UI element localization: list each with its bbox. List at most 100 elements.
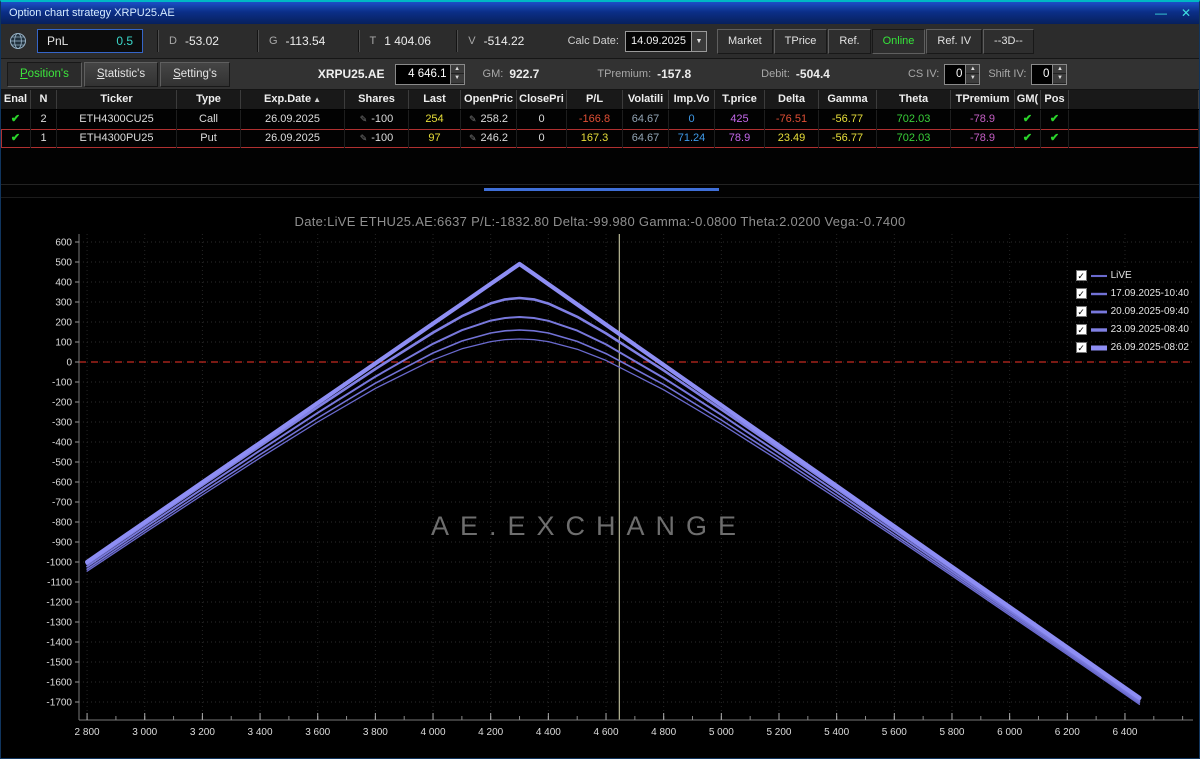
column-header-last[interactable]: Last	[409, 90, 461, 109]
svg-text:3 200: 3 200	[190, 727, 215, 738]
cs-iv-up-icon[interactable]: ▲	[966, 64, 980, 74]
cell-value: 64.67	[631, 113, 660, 125]
legend-line-swatch	[1090, 327, 1107, 332]
legend-checkbox[interactable]: ✓	[1075, 270, 1087, 281]
column-header-shares[interactable]: Shares	[345, 90, 409, 109]
legend-item-26-09-2025-08-02[interactable]: ✓ 26.09.2025-08:02	[1075, 342, 1189, 353]
sort-ascending-icon: ▲	[313, 95, 321, 104]
toolbar-button-online[interactable]: Online	[871, 28, 926, 54]
main-toolbar: PnL 0.5 D -53.02 G -113.54 T 1 404.06 V -514.22…	[1, 24, 1199, 59]
column-header-imp-vo[interactable]: Imp.Vo	[669, 90, 715, 109]
toolbar-button-tprice[interactable]: TPrice	[773, 28, 828, 54]
tpremium-value: -157.8	[657, 67, 692, 81]
cell-vol: 64.67	[623, 110, 669, 129]
column-header-pos[interactable]: Pos	[1041, 90, 1069, 109]
scrollbar-thumb[interactable]	[484, 188, 719, 191]
cs-iv-spinner[interactable]: 0 ▲ ▼	[944, 63, 981, 85]
legend-line-swatch	[1090, 292, 1107, 295]
cell-value: 702.03	[896, 113, 931, 125]
column-header-p-l[interactable]: P/L	[567, 90, 623, 109]
toolbar-button-ref-iv[interactable]: Ref. IV	[926, 28, 983, 54]
svg-text:100: 100	[55, 338, 72, 349]
enabled-check-icon[interactable]: ✔	[1, 129, 31, 148]
legend-checkbox[interactable]: ✓	[1075, 324, 1087, 335]
cell-delta: 23.49	[765, 129, 819, 148]
tab-setting-s[interactable]: Setting's	[160, 61, 230, 87]
cell-value: 167.3	[580, 132, 609, 144]
svg-text:-1400: -1400	[46, 638, 72, 649]
price-spinner[interactable]: 4 646.1 ▲ ▼	[394, 63, 465, 85]
svg-text:3 000: 3 000	[132, 727, 157, 738]
column-header-closepri[interactable]: ClosePri	[517, 90, 567, 109]
horizontal-scrollbar[interactable]	[1, 184, 1199, 192]
column-header-t-price[interactable]: T.price	[715, 90, 765, 109]
legend-item-23-09-2025-08-40[interactable]: ✓ 23.09.2025-08:40	[1075, 324, 1189, 335]
payoff-chart[interactable]: 600 500 400 300 200 100 0 -100 -200 -300 -400 -500 -…	[1, 197, 1200, 759]
price-up-icon[interactable]: ▲	[450, 64, 464, 74]
checkmark-icon: ✔	[10, 113, 21, 125]
column-header-gm[interactable]: GM(	[1015, 90, 1041, 109]
greek-value-t: 1 404.06	[384, 34, 431, 48]
column-header-filler	[1069, 90, 1199, 109]
toolbar-button-market[interactable]: Market	[717, 28, 773, 54]
table-row[interactable]: ✔ 1 ETH4300PU25 Put 26.09.2025 ✎ -100 97 ✎ 246.2 0…	[1, 129, 1199, 148]
payoff-chart-canvas[interactable]: 600 500 400 300 200 100 0 -100 -200 -300 -400 -500 -…	[1, 198, 1200, 759]
calc-date-value: 14.09.2025	[630, 35, 687, 47]
shift-iv-down-icon[interactable]: ▼	[1053, 74, 1067, 84]
legend-checkbox[interactable]: ✓	[1075, 306, 1087, 317]
svg-text:-1200: -1200	[46, 598, 72, 609]
svg-text:-200: -200	[52, 398, 72, 409]
gm-check-icon[interactable]: ✔	[1015, 110, 1041, 129]
legend-item-17-09-2025-10-40[interactable]: ✓ 17.09.2025-10:40	[1075, 288, 1189, 299]
column-header-ticker[interactable]: Ticker	[57, 90, 177, 109]
edit-pencil-icon: ✎	[359, 133, 368, 143]
column-header-gamma[interactable]: Gamma	[819, 90, 877, 109]
svg-text:4 600: 4 600	[594, 727, 619, 738]
column-header-volatili[interactable]: Volatili	[623, 90, 669, 109]
table-row[interactable]: ✔ 2 ETH4300CU25 Call 26.09.2025 ✎ -100 254 ✎ 258.…	[1, 110, 1199, 129]
tab-statistic-s[interactable]: Statistic's	[83, 61, 159, 87]
legend-item-20-09-2025-09-40[interactable]: ✓ 20.09.2025-09:40	[1075, 306, 1189, 317]
cell-tprice: 78.9	[715, 129, 765, 148]
shift-iv-up-icon[interactable]: ▲	[1053, 64, 1067, 74]
shift-iv-spinner[interactable]: 0 ▲ ▼	[1031, 63, 1068, 85]
close-button[interactable]: ✕	[1181, 2, 1191, 24]
cs-iv-value: 0	[955, 68, 963, 80]
gm-check-icon[interactable]: ✔	[1015, 129, 1041, 148]
toolbar-button-3d[interactable]: --3D--	[983, 28, 1034, 54]
cs-iv-down-icon[interactable]: ▼	[966, 74, 980, 84]
tab-position-s[interactable]: Position's	[7, 61, 82, 87]
column-header-enal[interactable]: Enal	[1, 90, 31, 109]
legend-checkbox[interactable]: ✓	[1075, 342, 1087, 353]
svg-text:-900: -900	[52, 538, 72, 549]
column-header-openpric[interactable]: OpenPric	[461, 90, 517, 109]
column-header-exp-date[interactable]: Exp.Date ▲	[241, 90, 345, 109]
pnl-display[interactable]: PnL 0.5	[37, 29, 143, 53]
svg-text:-800: -800	[52, 518, 72, 529]
legend-line-swatch	[1090, 310, 1107, 313]
legend-checkbox[interactable]: ✓	[1075, 288, 1087, 299]
column-header-n[interactable]: N	[31, 90, 57, 109]
column-header-tpremium[interactable]: TPremium	[951, 90, 1015, 109]
enabled-check-icon[interactable]: ✔	[1, 110, 31, 129]
price-value: 4 646.1	[408, 68, 447, 80]
separator	[357, 30, 360, 52]
greek-value-g: -113.54	[285, 34, 326, 48]
column-header-type[interactable]: Type	[177, 90, 241, 109]
pos-check-icon[interactable]: ✔	[1041, 110, 1069, 129]
minimize-button[interactable]: —	[1155, 2, 1167, 24]
cell-filler	[1069, 110, 1199, 129]
gm-value: 922.7	[509, 67, 540, 81]
calc-date-dropdown-icon[interactable]: ▼	[691, 31, 707, 51]
calc-date-input[interactable]: 14.09.2025 ▼	[624, 30, 708, 52]
svg-text:-600: -600	[52, 478, 72, 489]
column-header-delta[interactable]: Delta	[765, 90, 819, 109]
cell-value: 0	[538, 113, 545, 125]
legend-item-live[interactable]: ✓ LiVE	[1075, 270, 1189, 281]
price-down-icon[interactable]: ▼	[450, 74, 464, 84]
pos-check-icon[interactable]: ✔	[1041, 129, 1069, 148]
svg-text:4 800: 4 800	[651, 727, 676, 738]
column-header-theta[interactable]: Theta	[877, 90, 951, 109]
cell-pl: 167.3	[567, 129, 623, 148]
toolbar-button-ref[interactable]: Ref.	[828, 28, 871, 54]
